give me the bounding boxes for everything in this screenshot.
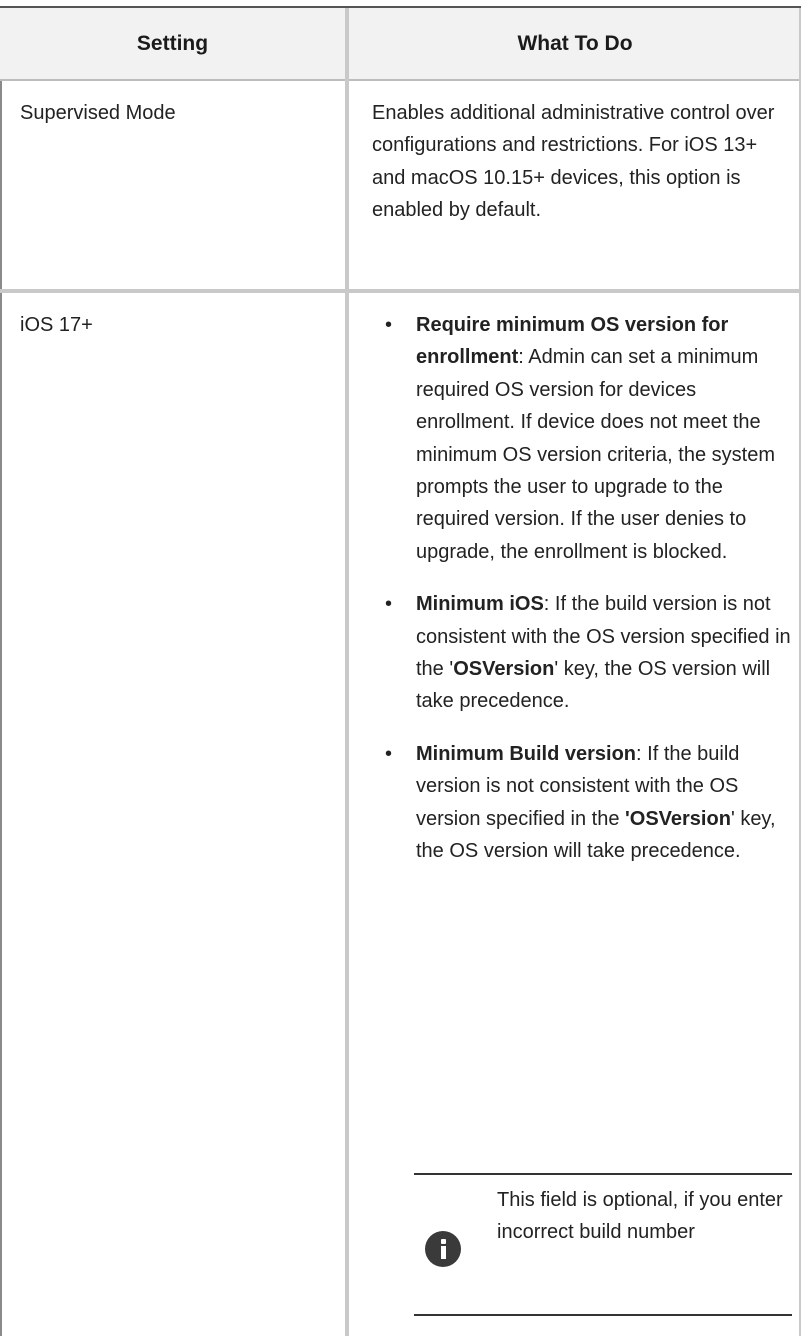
ios17-bullet-list: • Require minimum OS version for enrollm… [372, 309, 792, 868]
description-supervised-mode: Enables additional administrative contro… [372, 102, 775, 222]
bullet-icon: • [385, 742, 393, 765]
key-name: OSVersion [453, 658, 555, 681]
bullet-text: : Admin can set a minimum required OS ve… [416, 346, 775, 563]
key-name: 'OSVersion [625, 807, 731, 830]
bullet-icon: • [385, 314, 393, 336]
bullet-term: Minimum Build version [416, 742, 637, 765]
list-item: • Minimum Build version: If the build ve… [372, 738, 792, 868]
info-icon [425, 1231, 461, 1267]
column-header-what-to-do: What To Do [517, 32, 633, 55]
setting-ios-17: iOS 17+ [20, 314, 93, 336]
column-divider [345, 8, 349, 1336]
note-bottom-rule [414, 1314, 792, 1316]
bullet-icon: • [385, 593, 393, 616]
list-item: • Minimum iOS: If the build version is n… [372, 588, 792, 718]
note-top-rule [414, 1173, 792, 1175]
list-item: • Require minimum OS version for enrollm… [372, 309, 792, 568]
note-text: This field is optional, if you enter inc… [497, 1189, 783, 1244]
table-header-row: Setting What To Do [0, 8, 801, 81]
column-header-setting: Setting [136, 32, 209, 55]
row-divider [0, 289, 801, 293]
bullet-term: Minimum iOS [416, 593, 544, 616]
setting-supervised-mode: Supervised Mode [20, 102, 176, 124]
